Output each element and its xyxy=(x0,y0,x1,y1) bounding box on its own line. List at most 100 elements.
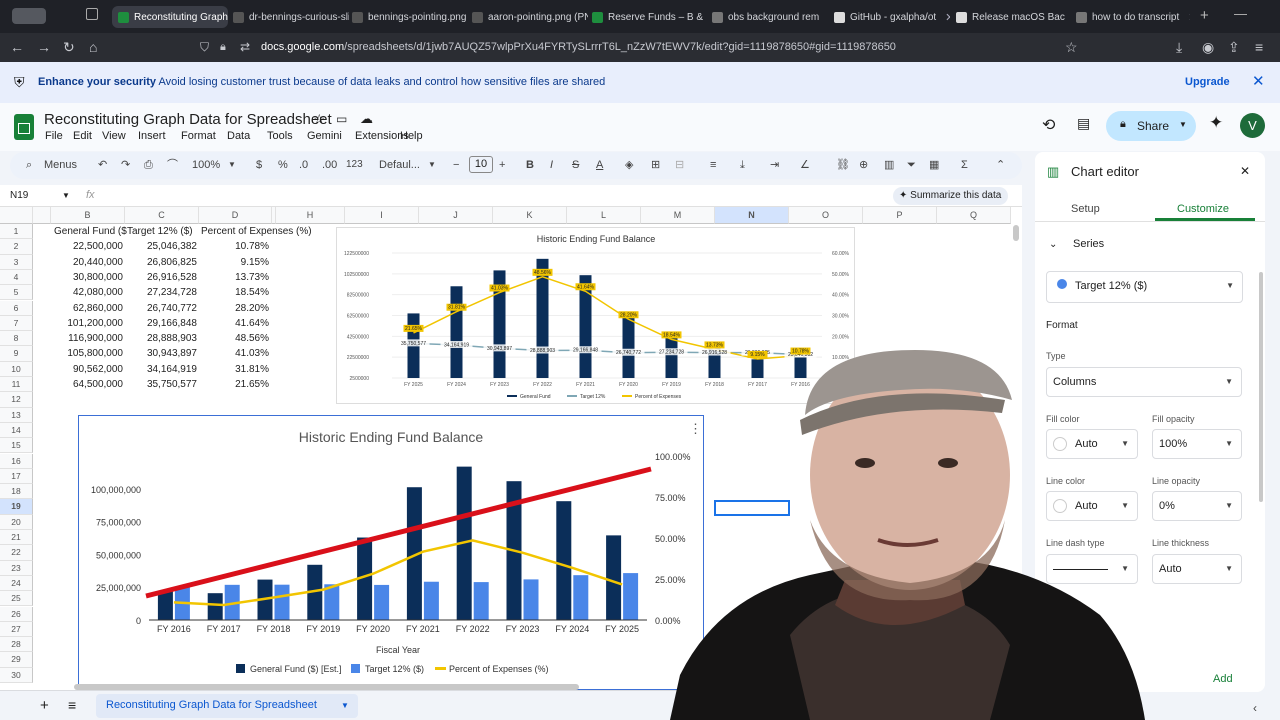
align-vertical-icon[interactable]: ⤓ xyxy=(740,158,745,172)
align-horizontal-icon[interactable]: ≡ xyxy=(710,158,716,172)
add-button[interactable]: Add xyxy=(1213,673,1233,685)
vertical-scrollbar[interactable] xyxy=(1013,225,1019,241)
column-header[interactable]: N xyxy=(715,207,789,224)
column-header[interactable]: Q xyxy=(937,207,1011,224)
row-header[interactable]: 23 xyxy=(0,560,33,576)
browser-tab[interactable]: Reserve Funds – B &✕ xyxy=(592,6,708,28)
data-cell[interactable]: 28,888,903 xyxy=(125,331,197,346)
header-cell[interactable]: Target 12% ($) xyxy=(127,224,193,239)
row-header[interactable]: 30 xyxy=(0,667,33,683)
row-header[interactable]: 29 xyxy=(0,652,33,668)
fill-opacity-select[interactable]: 100% ▼ xyxy=(1152,429,1242,459)
data-cell[interactable]: 34,164,919 xyxy=(125,362,197,377)
recreated-chart[interactable]: Historic Ending Fund Balance 0 25,000,000 5… xyxy=(78,415,704,690)
bookmark-star-icon[interactable]: ☆ xyxy=(1065,38,1078,56)
increase-decimal-button[interactable]: .00 xyxy=(322,158,337,172)
data-cell[interactable]: 62,860,000 xyxy=(51,301,123,316)
line-thickness-select[interactable]: Auto ▼ xyxy=(1152,554,1242,584)
data-cell[interactable]: 26,916,528 xyxy=(125,270,197,285)
data-cell[interactable]: 25,046,382 xyxy=(125,239,197,254)
add-sheet-icon[interactable]: + xyxy=(40,697,49,714)
forward-icon[interactable]: → xyxy=(37,38,51,56)
menu-insert[interactable]: Insert xyxy=(138,130,166,142)
data-cell[interactable]: 90,562,000 xyxy=(51,362,123,377)
data-cell[interactable]: 26,740,772 xyxy=(125,301,197,316)
data-cell[interactable]: 20,440,000 xyxy=(51,255,123,270)
menu-format[interactable]: Format xyxy=(181,130,216,142)
minimize-icon[interactable]: — xyxy=(1234,6,1247,21)
currency-button[interactable]: $ xyxy=(256,158,262,172)
close-icon[interactable]: ✕ xyxy=(1240,164,1250,178)
home-icon[interactable]: ⌂ xyxy=(89,38,97,56)
text-wrap-icon[interactable]: ⇥ xyxy=(770,158,779,172)
browser-tab[interactable]: Reconstituting Graph✕ xyxy=(112,6,228,28)
menu-help[interactable]: Help xyxy=(400,130,423,142)
menu-gemini[interactable]: Gemini xyxy=(307,130,342,142)
row-header[interactable]: 8 xyxy=(0,331,33,347)
text-rotation-icon[interactable]: ∠ xyxy=(800,158,810,172)
collapse-toolbar-icon[interactable]: ⌃ xyxy=(996,158,1005,172)
data-cell[interactable]: 26,806,825 xyxy=(125,255,197,270)
decrease-decimal-button[interactable]: .0 xyxy=(299,158,308,172)
filter-views-icon[interactable]: ▦ xyxy=(929,158,939,172)
column-header[interactable]: H xyxy=(276,207,345,224)
data-cell[interactable]: 29,166,848 xyxy=(125,316,197,331)
data-cell[interactable]: 18.54% xyxy=(199,285,269,300)
profile-pill[interactable] xyxy=(12,8,46,24)
avatar[interactable]: V xyxy=(1240,113,1265,138)
data-cell[interactable]: 9.15% xyxy=(199,255,269,270)
row-header[interactable]: 9 xyxy=(0,346,33,362)
browser-tab[interactable]: how to do transcript ✕ xyxy=(1076,6,1190,28)
browser-tab[interactable]: bennings-pointing.png (✕ xyxy=(352,6,468,28)
line-opacity-select[interactable]: 0% ▼ xyxy=(1152,491,1242,521)
data-cell[interactable]: 31.81% xyxy=(199,362,269,377)
column-header[interactable]: P xyxy=(863,207,937,224)
series-section-title[interactable]: Series xyxy=(1073,238,1104,250)
column-header[interactable]: M xyxy=(641,207,715,224)
print-icon[interactable]: ⎙ xyxy=(144,158,153,172)
menu-icon[interactable]: ≡ xyxy=(1255,38,1263,56)
tab-setup[interactable]: Setup xyxy=(1071,203,1100,215)
row-header[interactable]: 6 xyxy=(0,300,33,316)
font-select[interactable]: Defaul... xyxy=(379,158,420,172)
row-header[interactable]: 12 xyxy=(0,392,33,408)
row-header[interactable]: 5 xyxy=(0,285,33,301)
column-header[interactable]: O xyxy=(789,207,863,224)
header-cell[interactable]: General Fund ($ xyxy=(54,224,127,239)
browser-tab[interactable]: aaron-pointing.png (PN✕ xyxy=(472,6,588,28)
comment-icon[interactable]: ⊕ xyxy=(859,158,868,172)
gemini-icon[interactable]: ✦ xyxy=(1209,113,1223,133)
editor-scrollbar[interactable] xyxy=(1259,272,1263,502)
column-header[interactable]: B xyxy=(51,207,125,224)
search-icon[interactable]: ⌕ xyxy=(26,158,32,172)
data-cell[interactable]: 105,800,000 xyxy=(51,346,123,361)
data-cell[interactable]: 30,943,897 xyxy=(125,346,197,361)
filter-icon[interactable]: ⏷ xyxy=(907,158,916,172)
font-size-increase-icon[interactable]: + xyxy=(499,158,505,172)
font-size-decrease-icon[interactable]: − xyxy=(453,158,459,172)
data-cell[interactable]: 41.64% xyxy=(199,316,269,331)
data-cell[interactable]: 30,800,000 xyxy=(51,270,123,285)
column-header[interactable]: L xyxy=(567,207,641,224)
menu-view[interactable]: View xyxy=(102,130,126,142)
download-icon[interactable]: ⤓ xyxy=(1176,38,1182,56)
tab-customize[interactable]: Customize xyxy=(1177,203,1229,215)
back-icon[interactable]: ← xyxy=(10,38,24,56)
name-box[interactable]: N19 xyxy=(10,190,28,201)
browser-tab[interactable]: dr-bennings-curious-sli✕ xyxy=(233,6,349,28)
close-icon[interactable]: ✕ xyxy=(1252,72,1265,90)
extensions-icon[interactable]: ◉ xyxy=(1202,38,1214,56)
row-header[interactable]: 15 xyxy=(0,438,33,454)
data-cell[interactable]: 64,500,000 xyxy=(51,377,123,392)
column-header-hidden[interactable] xyxy=(33,207,51,224)
column-header[interactable]: I xyxy=(345,207,419,224)
data-cell[interactable]: 21.65% xyxy=(199,377,269,392)
menu-edit[interactable]: Edit xyxy=(73,130,92,142)
data-cell[interactable]: 116,900,000 xyxy=(51,331,123,346)
data-cell[interactable]: 41.03% xyxy=(199,346,269,361)
row-header[interactable]: 16 xyxy=(0,453,33,469)
undo-icon[interactable]: ↶ xyxy=(98,158,107,172)
move-folder-icon[interactable]: ▭ xyxy=(336,112,347,126)
row-header[interactable]: 3 xyxy=(0,254,33,270)
history-icon[interactable]: ⟲ xyxy=(1042,115,1055,135)
